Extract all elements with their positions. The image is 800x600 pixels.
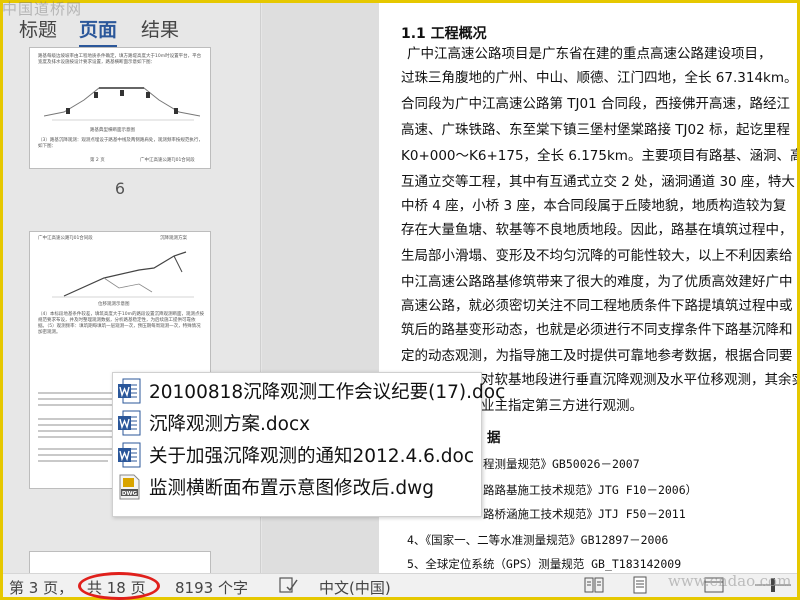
text-placeholder-line [38, 448, 118, 450]
word-icon [117, 378, 141, 404]
body-line: 对软基地段进行垂直沉降观测及水平位移观测，其余实 [481, 372, 797, 388]
reference-line: 路路基施工技术规范》JTG F10－2006） [483, 483, 698, 497]
tab-pages[interactable]: 页面 [79, 15, 118, 48]
thumbnail-footer: 广中江高速公路TJ01合同段 [140, 158, 195, 163]
recent-files-list: 20100818沉降观测工作会议纪要(17).doc 沉降观测方案.docx 关… [112, 372, 505, 517]
body-line: 高速公路，就必须密切关注不同工程地质条件下路提填筑过程中或 [401, 298, 793, 314]
body-line: 存在大量鱼塘、软基等不良地质地段。因此，路基在填筑过程中， [401, 222, 793, 238]
status-page[interactable]: 第 3 页， [9, 577, 73, 597]
print-layout-icon[interactable] [629, 576, 651, 597]
recent-file-name: 沉降观测方案.docx [149, 414, 311, 435]
recent-file-item[interactable]: 关于加强沉降观测的通知2012.4.6.doc [117, 439, 479, 471]
tab-results[interactable]: 结果 [141, 15, 179, 42]
road-cross-section-diagram [44, 87, 200, 121]
status-language[interactable]: 中文(中国) [319, 577, 391, 597]
word-icon [117, 442, 141, 468]
body-line: 互通立交等工程，其中有互通式立交 2 处，涵洞通道 30 座，特大 [401, 174, 795, 190]
thumbnail-text: （4）本标段地基条件较差，填筑高度大于10m的路段设置沉降观测断面，观测点按规范… [38, 312, 204, 335]
reference-line: 程测量规范》GB50026－2007 [483, 457, 640, 471]
reference-line: 5、全球定位系统（GPS）测量规范 GB_T183142009 [407, 557, 682, 571]
body-line: 合同段为广中江高速公路第 TJ01 合同段，西接佛开高速，路经江 [401, 96, 790, 112]
word-icon [117, 410, 141, 436]
proofing-icon[interactable] [279, 576, 299, 597]
dwg-icon: DWG [117, 474, 141, 500]
body-line: 过珠三角腹地的广州、中山、顺德、江门四地，全长 67.314km。 [401, 70, 797, 86]
thumbnail-header: 广中江高速公路TJ01合同段 [38, 236, 93, 241]
body-line: 中桥 4 座，小桥 3 座，本合同段属于丘陵地貌，地质构造较为复 [401, 198, 787, 214]
thumbnail-caption: 路基典型横断面示意图 [90, 128, 135, 133]
thumbnail-caption: 位移观测示意图 [98, 302, 130, 307]
reference-line: 路桥涵施工技术规范》JTJ F50－2011 [483, 507, 686, 521]
body-line: 定的动态观测，为指导施工及时提供可靠地参考数据，根据合同要 [401, 348, 793, 364]
highlight-annotation [78, 572, 160, 600]
recent-file-item[interactable]: 沉降观测方案.docx [117, 407, 479, 439]
read-mode-icon[interactable] [583, 576, 605, 597]
body-line: 生局部小滑塌、变形及不均匀沉降的可能性较大，以上不利因素给 [401, 248, 793, 264]
site-watermark-url: www.cndao.com [668, 572, 792, 590]
recent-file-name: 20100818沉降观测工作会议纪要(17).doc [149, 382, 506, 403]
app-window: 标题 页面 结果 路基每级边坡坡率由工程地质条件确定，填方路堤高度大于10m时设… [3, 3, 797, 597]
recent-file-item[interactable]: 20100818沉降观测工作会议纪要(17).doc [117, 375, 505, 407]
page-thumbnail-2[interactable]: 路基每级边坡坡率由工程地质条件确定，填方路堤高度大于10m时设置平台，平台宽度及… [29, 47, 211, 169]
recent-file-item[interactable]: DWG 监测横断面布置示意图修改后.dwg [117, 471, 479, 503]
text-placeholder-line [38, 460, 108, 462]
body-line: 中江高速公路路基修筑带来了很大的难度，为了优质高效建好广中 [401, 274, 793, 290]
body-line: 筑后的路基变形动态，也就是必须进行不同支撑条件下路基沉降和 [401, 322, 793, 338]
thumbnail-header: 沉降观测方案 [160, 236, 187, 241]
site-watermark: 中国道桥网 [2, 0, 83, 18]
thumbnail-text: （3）路基沉降观测：观测点埋设于路基中线及两侧路肩处，观测频率按规范执行，如下图… [38, 138, 203, 149]
displacement-diagram [52, 251, 194, 298]
recent-file-name: 关于加强沉降观测的通知2012.4.6.doc [149, 446, 474, 467]
reference-line: 4、《国家一、二等水准测量规范》GB12897－2006 [407, 533, 669, 547]
thumbnail-footer: 第 2 页 [90, 158, 105, 163]
body-line: 广中江高速公路项目是广东省在建的重点高速公路建设项目， [407, 46, 772, 62]
status-word-count[interactable]: 8193 个字 [175, 577, 248, 597]
recent-file-name: 监测横断面布置示意图修改后.dwg [149, 478, 434, 499]
dwg-icon-label: DWG [122, 491, 138, 497]
subsection-heading: 据 [487, 430, 501, 446]
tab-headings[interactable]: 标题 [19, 15, 57, 42]
section-heading: 1.1 工程概况 [401, 26, 487, 42]
body-line: 高速、广珠铁路、东至棠下镇三堡村堡棠路接 TJ02 标，起讫里程 [401, 122, 790, 138]
thumbnail-text: 路基每级边坡坡率由工程地质条件确定，填方路堤高度大于10m时设置平台，平台宽度及… [38, 54, 202, 65]
body-line: K0+000～K6+175，全长 6.175km。主要项目有路基、涵洞、高架桥 [401, 148, 797, 164]
thumbnail-page-number: 6 [114, 179, 126, 198]
body-line: 业主指定第三方进行观测。 [481, 398, 643, 414]
